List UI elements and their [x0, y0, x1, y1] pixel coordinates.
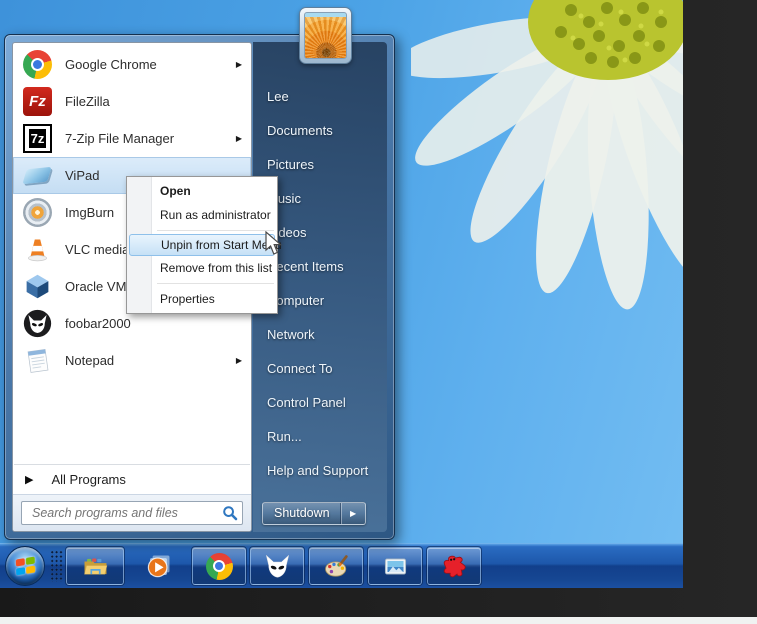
filezilla-icon	[23, 87, 52, 116]
taskbar-item-red-gecko-app[interactable]	[427, 547, 481, 585]
flower-photo	[304, 12, 347, 59]
search-area	[13, 494, 251, 531]
start-menu-item-filezilla[interactable]: FileZilla	[13, 83, 251, 120]
context-menu-item-run-as-administrator[interactable]: Run as administrator	[127, 203, 277, 227]
taskbar-item-foobar2000[interactable]	[250, 547, 304, 585]
right-arrow-icon: ▶	[25, 473, 33, 486]
start-menu-right-item-documents[interactable]: Documents	[267, 114, 387, 148]
media-player-icon	[145, 553, 172, 580]
context-menu-separator	[157, 230, 274, 231]
mouse-cursor	[264, 231, 286, 257]
virtualbox-cube-icon	[23, 272, 52, 301]
foobar2000-cat-icon	[264, 553, 291, 580]
taskbar-item-windows-media-player[interactable]	[136, 547, 180, 585]
taskbar-item-windows-explorer[interactable]	[66, 547, 124, 585]
foobar2000-icon	[23, 309, 52, 338]
submenu-arrow-icon: ▶	[236, 356, 242, 365]
right-arrow-icon: ▶	[350, 509, 356, 518]
start-menu-right-item-network[interactable]: Network	[267, 318, 387, 352]
taskbar-grip-handle[interactable]	[50, 550, 63, 582]
submenu-arrow-icon: ▶	[236, 134, 242, 143]
search-input[interactable]	[30, 505, 222, 521]
vipad-icon	[23, 161, 52, 190]
start-menu-right-item-music[interactable]: Music	[267, 182, 387, 216]
screenshot-canvas: Google Chrome ▶ FileZilla 7-Zip File Man…	[0, 0, 757, 624]
search-box[interactable]	[21, 501, 243, 525]
shutdown-button[interactable]: Shutdown	[263, 503, 341, 524]
notepad-icon	[23, 346, 52, 375]
chrome-icon	[23, 50, 52, 79]
photo-viewer-icon	[382, 553, 409, 580]
daisy-flower-wallpaper	[411, 0, 683, 340]
start-menu-right-item-connect-to[interactable]: Connect To	[267, 352, 387, 386]
start-menu-right-item-help-and-support[interactable]: Help and Support	[267, 454, 387, 488]
context-menu-separator	[157, 283, 274, 284]
chrome-icon	[206, 553, 233, 580]
start-menu-item-google-chrome[interactable]: Google Chrome ▶	[13, 46, 251, 83]
start-menu-item-notepad[interactable]: Notepad ▶	[13, 342, 251, 379]
taskbar-item-google-chrome[interactable]	[192, 547, 246, 585]
vlc-cone-icon	[23, 235, 52, 264]
start-menu-right-item-user[interactable]: Lee	[267, 80, 387, 114]
folder-icon	[82, 553, 109, 580]
page-background-strip	[0, 617, 757, 624]
taskbar-item-photo-viewer[interactable]	[368, 547, 422, 585]
submenu-arrow-icon: ▶	[236, 60, 242, 69]
shutdown-control: Shutdown ▶	[262, 502, 366, 525]
user-avatar[interactable]	[299, 7, 352, 64]
start-menu-right-item-run[interactable]: Run...	[267, 420, 387, 454]
start-menu-right-item-control-panel[interactable]: Control Panel	[267, 386, 387, 420]
start-menu-right-item-pictures[interactable]: Pictures	[267, 148, 387, 182]
taskbar-item-paint[interactable]	[309, 547, 363, 585]
shutdown-options-arrow[interactable]: ▶	[341, 503, 365, 524]
sevenzip-icon	[23, 124, 52, 153]
start-menu-right-item-computer[interactable]: Computer	[267, 284, 387, 318]
search-icon	[222, 505, 238, 521]
start-menu-item-7zip[interactable]: 7-Zip File Manager ▶	[13, 120, 251, 157]
paint-palette-icon	[323, 553, 350, 580]
context-menu-item-properties[interactable]: Properties	[127, 287, 277, 311]
all-programs-button[interactable]: ▶ All Programs	[13, 465, 251, 494]
taskbar	[0, 543, 683, 588]
context-menu: Open Run as administrator Unpin from Sta…	[126, 176, 278, 314]
start-button[interactable]	[5, 546, 45, 586]
all-programs-label: All Programs	[51, 472, 125, 487]
imgburn-icon	[23, 198, 52, 227]
red-gecko-icon	[441, 553, 468, 580]
context-menu-item-remove-from-this-list[interactable]: Remove from this list	[127, 256, 277, 280]
context-menu-item-unpin-from-start-menu[interactable]: Unpin from Start Menu	[129, 234, 275, 256]
windows-logo-icon	[15, 557, 35, 576]
context-menu-item-open[interactable]: Open	[127, 179, 277, 203]
